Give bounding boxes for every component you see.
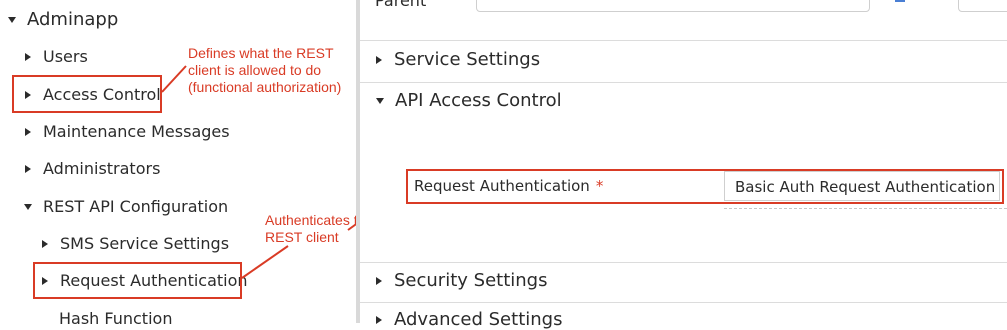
section-title: Advanced Settings: [394, 309, 563, 330]
tree-root-adminapp[interactable]: Adminapp: [8, 9, 118, 30]
add-icon[interactable]: [894, 0, 910, 4]
section-advanced-settings[interactable]: Advanced Settings: [376, 309, 562, 330]
caret-right-icon: [25, 127, 31, 136]
tree-item-sms-service-settings[interactable]: SMS Service Settings: [42, 234, 229, 253]
caret-down-icon: [376, 97, 384, 104]
annotation-line: (functional authorization): [188, 79, 342, 95]
annotation-line: Defines what the REST: [188, 45, 334, 61]
section-title: Service Settings: [394, 49, 541, 70]
tree-root-label: Adminapp: [27, 9, 119, 30]
caret-right-icon: [376, 55, 382, 64]
tree-item-rest-api-configuration[interactable]: REST API Configuration: [24, 197, 228, 216]
section-title: API Access Control: [395, 90, 562, 111]
tree-item-label: REST API Configuration: [43, 197, 229, 216]
access-control-highlight: [12, 75, 162, 113]
required-marker: *: [595, 177, 604, 195]
caret-right-icon: [25, 52, 31, 61]
tree-item-label: Hash Function: [59, 309, 173, 328]
tree-item-label: Maintenance Messages: [43, 122, 230, 141]
caret-right-icon: [25, 164, 31, 173]
section-service-settings[interactable]: Service Settings: [376, 49, 540, 70]
field-separator: [724, 208, 1007, 209]
caret-right-icon: [42, 239, 48, 248]
divider: [360, 82, 1007, 83]
tree-item-label: SMS Service Settings: [60, 234, 230, 253]
tree-item-label: Users: [43, 47, 88, 66]
request-authentication-label: Request Authentication *: [414, 177, 603, 195]
parent-label: Parent: [375, 0, 427, 10]
request-authentication-select[interactable]: Basic Auth Request Authentication: [724, 171, 1000, 201]
parent-field[interactable]: [476, 0, 870, 12]
section-title: Security Settings: [394, 270, 548, 291]
request-authentication-highlight: [33, 262, 242, 299]
top-right-button[interactable]: [958, 0, 1007, 12]
caret-down-icon: [24, 203, 32, 210]
annotation-line: client is allowed to do: [188, 62, 322, 78]
section-api-access-control[interactable]: API Access Control: [376, 90, 562, 111]
tree-item-hash-function[interactable]: Hash Function: [59, 309, 172, 328]
section-security-settings[interactable]: Security Settings: [376, 270, 547, 291]
tree-item-users[interactable]: Users: [25, 47, 88, 66]
caret-right-icon: [376, 315, 382, 324]
divider: [360, 262, 1007, 263]
caret-down-icon: [8, 16, 16, 23]
tree-item-maintenance-messages[interactable]: Maintenance Messages: [25, 122, 230, 141]
field-label-text: Request Authentication: [414, 177, 590, 195]
tree-item-label: Administrators: [43, 159, 161, 178]
access-control-annotation: Defines what the REST client is allowed …: [188, 45, 341, 96]
tree-item-administrators[interactable]: Administrators: [25, 159, 160, 178]
divider: [360, 302, 1007, 303]
caret-right-icon: [376, 276, 382, 285]
divider: [360, 40, 1007, 41]
